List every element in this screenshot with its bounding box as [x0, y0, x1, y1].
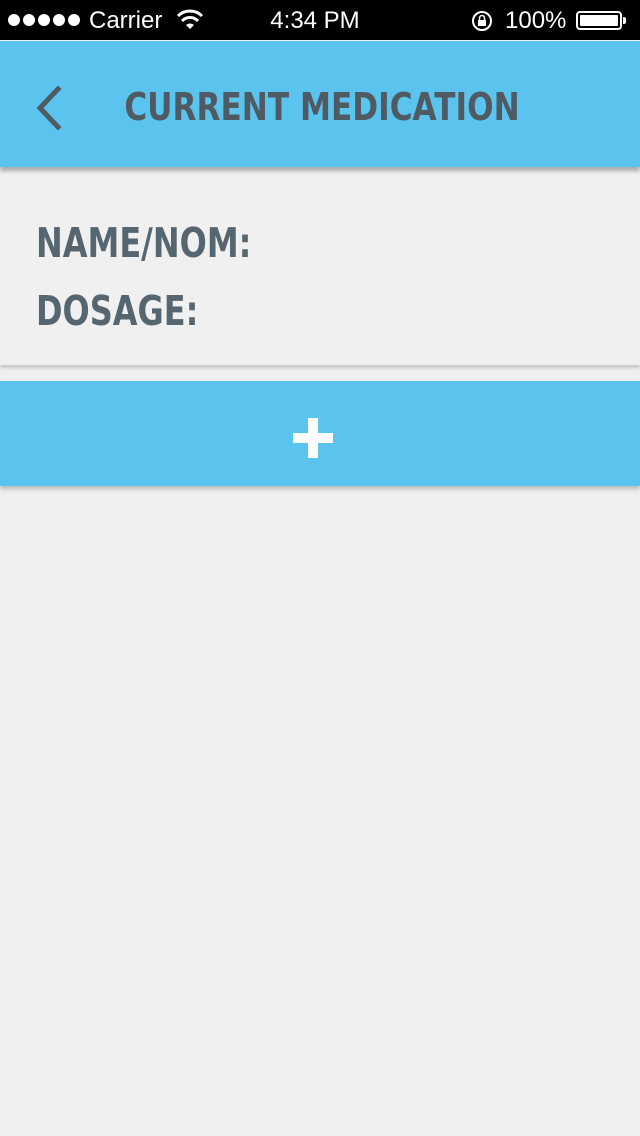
medication-card: NAME/NOM: DOSAGE:	[0, 168, 640, 365]
dosage-label: DOSAGE:	[36, 287, 199, 335]
rotation-lock-icon	[472, 11, 492, 31]
name-label: NAME/NOM:	[36, 219, 252, 267]
battery-percent: 100%	[505, 7, 567, 34]
page-title: CURRENT MEDICATION	[124, 85, 520, 129]
battery-icon	[576, 11, 626, 30]
plus-icon[interactable]	[293, 418, 333, 458]
nav-header: CURRENT MEDICATION	[0, 41, 640, 167]
status-bar: Carrier 4:34 PM 100%	[0, 0, 640, 40]
